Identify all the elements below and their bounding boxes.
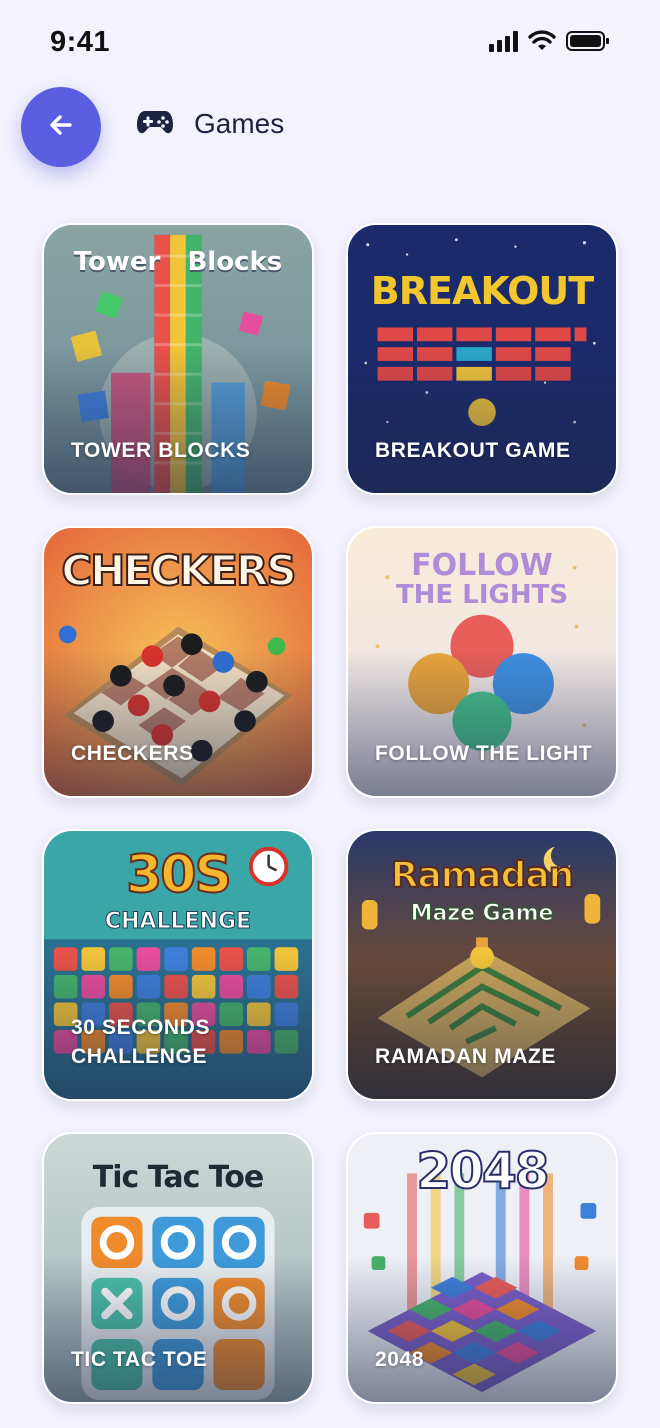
page-header: Games — [136, 108, 284, 140]
status-bar: 9:41 — [0, 0, 660, 86]
status-time: 9:41 — [50, 26, 111, 58]
game-card-tic-tac-toe[interactable]: Tic Tac Toe TIC TAC TOE — [42, 1132, 314, 1404]
card-shade — [348, 345, 616, 493]
game-card-2048[interactable]: 2048 2048 — [346, 1132, 618, 1404]
30s-art-title-2: CHALLENGE — [104, 909, 252, 935]
card-shade — [348, 1254, 616, 1402]
game-label: BREAKOUT GAME — [375, 439, 571, 462]
tower-blocks-art-title: Tower Blocks — [73, 247, 283, 277]
wifi-icon — [528, 30, 556, 52]
checkers-art-title: CHECKERS — [60, 545, 297, 596]
back-button[interactable] — [21, 87, 101, 167]
card-shade — [44, 648, 312, 796]
game-card-ramadan-maze[interactable]: Ramadan Maze Game RAMADAN MAZE — [346, 829, 618, 1101]
game-card-checkers[interactable]: CHECKERS CHECKERS — [42, 526, 314, 798]
gamepad-icon — [136, 109, 174, 140]
2048-art-title: 2048 — [415, 1141, 550, 1201]
follow-the-light-art-title-1: FOLLOW — [411, 548, 553, 583]
games-grid: Tower Blocks TOWER BLOCKS BREAKOUT BREAK… — [42, 223, 618, 1404]
follow-the-light-art-title-2: THE LIGHTS — [395, 580, 569, 610]
game-label: 2048 — [375, 1348, 425, 1371]
game-label: 30 SECONDS CHALLENGE — [71, 1016, 211, 1068]
page-title: Games — [194, 108, 285, 139]
battery-icon — [566, 30, 610, 52]
ramadan-art-title-1: Ramadan — [390, 854, 576, 897]
game-card-breakout[interactable]: BREAKOUT BREAKOUT GAME — [346, 223, 618, 495]
card-shade — [348, 951, 616, 1099]
game-label: TOWER BLOCKS — [71, 439, 251, 462]
card-shade — [348, 648, 616, 796]
game-label: CHECKERS — [71, 742, 194, 765]
game-label: RAMADAN MAZE — [375, 1045, 557, 1068]
game-label: FOLLOW THE LIGHT — [375, 742, 593, 765]
arrow-left-icon — [46, 110, 76, 145]
tic-tac-toe-art-title: Tic Tac Toe — [92, 1160, 264, 1195]
game-label: TIC TAC TOE — [71, 1348, 208, 1371]
card-shade — [44, 345, 312, 493]
30s-art-title-1: 30S — [125, 844, 233, 906]
status-icons — [489, 30, 610, 52]
breakout-art-title: BREAKOUT — [370, 269, 594, 313]
game-card-30-seconds-challenge[interactable]: 30S CHALLENGE 30 SECONDS CHALLENGE — [42, 829, 314, 1101]
game-card-follow-the-light[interactable]: FOLLOW THE LIGHTS FOLLOW THE LIGHT — [346, 526, 618, 798]
signal-icon — [489, 30, 518, 52]
card-shade — [44, 1254, 312, 1402]
ramadan-art-title-2: Maze Game — [410, 901, 554, 927]
game-card-tower-blocks[interactable]: Tower Blocks TOWER BLOCKS — [42, 223, 314, 495]
